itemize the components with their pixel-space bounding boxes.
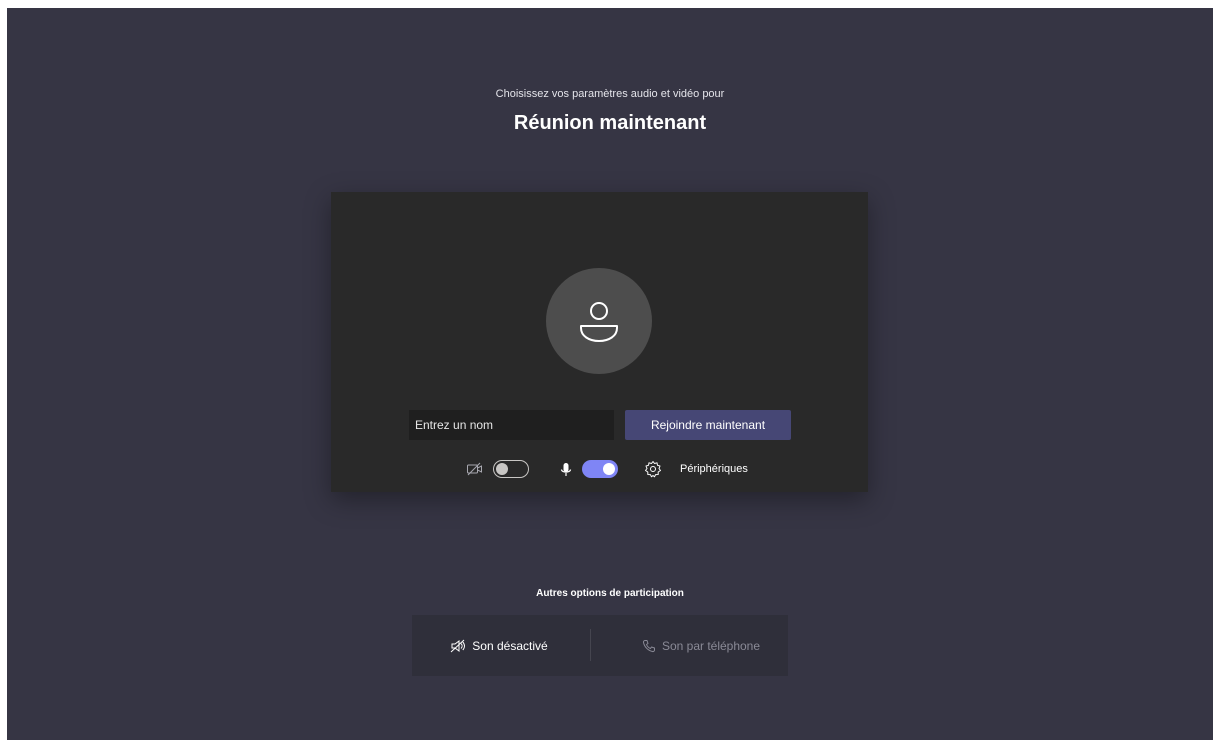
other-join-options: Son désactivé Son par téléphone	[412, 615, 788, 676]
join-now-button[interactable]: Rejoindre maintenant	[625, 410, 791, 440]
camera-toggle-knob	[496, 463, 508, 475]
options-divider	[590, 629, 591, 661]
meeting-title: Réunion maintenant	[513, 112, 707, 134]
camera-toggle[interactable]	[493, 460, 529, 478]
prejoin-subtitle: Choisissez vos paramètres audio et vidéo…	[495, 88, 725, 100]
camera-off-icon	[466, 462, 484, 481]
other-options-title: Autres options de participation	[536, 588, 684, 599]
prejoin-screen: Choisissez vos paramètres audio et vidéo…	[7, 8, 1213, 740]
phone-audio-option[interactable]: Son par téléphone	[614, 615, 788, 676]
devices-button[interactable]: Périphériques	[680, 463, 748, 475]
avatar	[546, 268, 652, 374]
audio-off-option[interactable]: Son désactivé	[412, 615, 586, 676]
gear-icon[interactable]	[644, 460, 662, 483]
microphone-icon	[559, 462, 573, 483]
audio-off-label: Son désactivé	[472, 638, 548, 653]
speaker-off-icon	[450, 639, 466, 653]
microphone-toggle-knob	[603, 463, 615, 475]
phone-icon	[642, 639, 656, 653]
video-preview-card: Rejoindre maintenant	[331, 192, 868, 492]
phone-audio-label: Son par téléphone	[661, 638, 761, 653]
microphone-toggle[interactable]	[582, 460, 618, 478]
device-controls: Périphériques	[331, 456, 868, 484]
name-input[interactable]	[409, 410, 614, 440]
person-icon	[580, 302, 618, 342]
